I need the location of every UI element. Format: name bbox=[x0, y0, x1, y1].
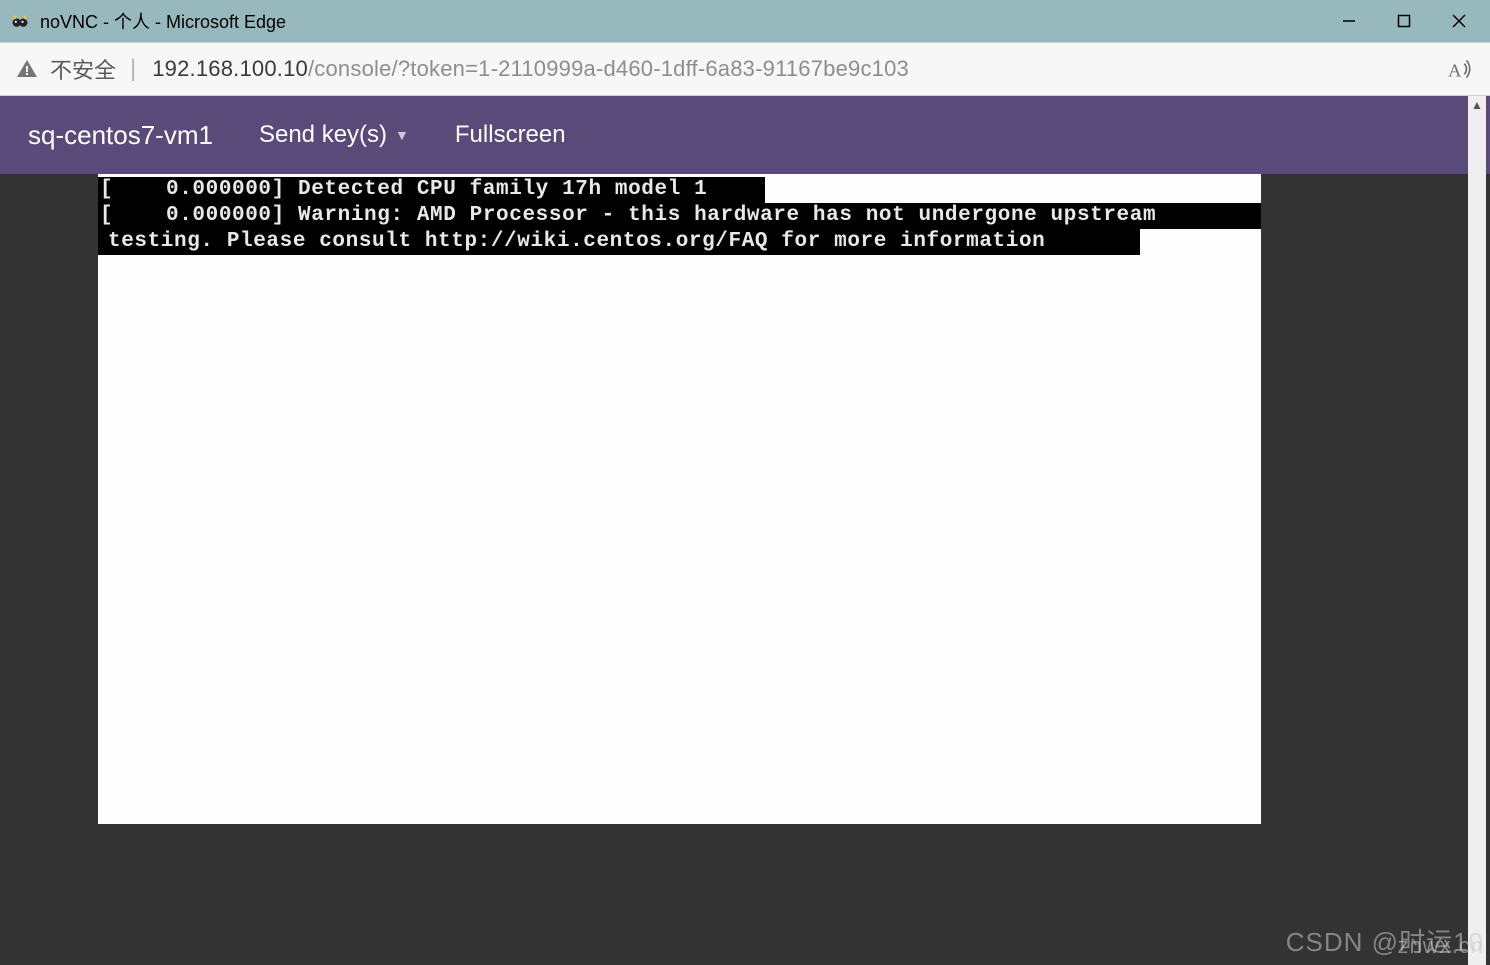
send-key-dropdown[interactable]: Send key(s) ▼ bbox=[259, 121, 409, 149]
vertical-scrollbar[interactable]: ▲ bbox=[1468, 96, 1486, 965]
scroll-up-icon[interactable]: ▲ bbox=[1468, 96, 1486, 114]
close-button[interactable] bbox=[1431, 0, 1486, 42]
console-line: testing. Please consult http://wiki.cent… bbox=[98, 229, 1140, 255]
novnc-toolbar: sq-centos7-vm1 Send key(s) ▼ Fullscreen bbox=[0, 96, 1490, 174]
window-title: noVNC - 个人 - Microsoft Edge bbox=[40, 8, 286, 34]
console-line: [ 0.000000] Detected CPU family 17h mode… bbox=[98, 177, 765, 203]
read-aloud-icon[interactable]: A bbox=[1444, 53, 1476, 85]
send-key-label: Send key(s) bbox=[259, 121, 387, 149]
address-separator: | bbox=[130, 55, 136, 83]
url-path: /console/?token=1-2110999a-d460-1dff-6a8… bbox=[308, 56, 909, 81]
vm-name-label: sq-centos7-vm1 bbox=[28, 120, 213, 151]
chevron-down-icon: ▼ bbox=[395, 127, 409, 143]
maximize-button[interactable] bbox=[1376, 0, 1431, 42]
console-line: [ 0.000000] Warning: AMD Processor - thi… bbox=[98, 203, 1261, 229]
vnc-viewport[interactable]: [ 0.000000] Detected CPU family 17h mode… bbox=[6, 174, 1466, 965]
not-secure-icon bbox=[14, 56, 40, 82]
url-host: 192.168.100.10 bbox=[152, 56, 308, 81]
window-titlebar: noVNC - 个人 - Microsoft Edge bbox=[0, 0, 1490, 42]
security-label: 不安全 bbox=[50, 53, 116, 85]
url-display[interactable]: 192.168.100.10/console/?token=1-2110999a… bbox=[152, 56, 909, 82]
fullscreen-button[interactable]: Fullscreen bbox=[455, 121, 566, 149]
minimize-button[interactable] bbox=[1321, 0, 1376, 42]
svg-text:A: A bbox=[1448, 61, 1462, 81]
address-bar: 不安全 | 192.168.100.10/console/?token=1-21… bbox=[0, 42, 1490, 96]
console-canvas[interactable]: [ 0.000000] Detected CPU family 17h mode… bbox=[98, 174, 1261, 824]
favicon-icon bbox=[10, 11, 30, 31]
